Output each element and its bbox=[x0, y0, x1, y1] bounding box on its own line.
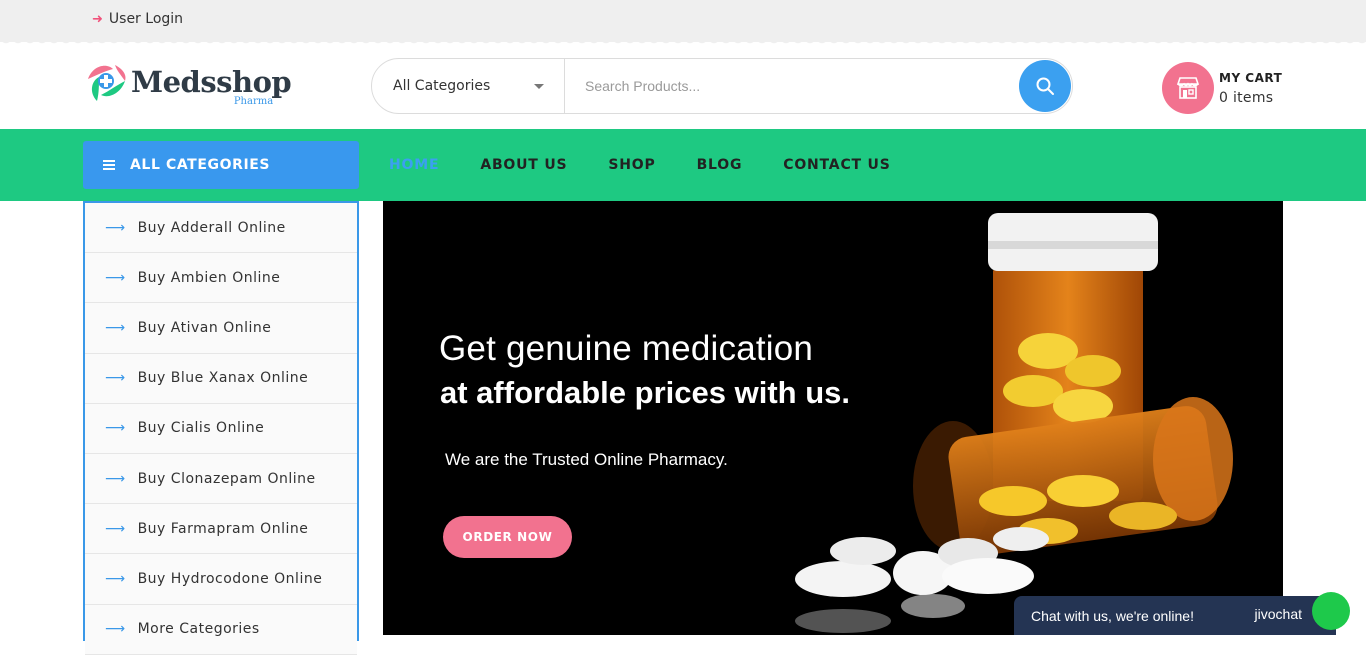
arrow-right-icon: ⟶ bbox=[105, 269, 126, 286]
arrow-right-icon: ⟶ bbox=[105, 370, 126, 387]
nav-menu: HOME ABOUT US SHOP BLOG CONTACT US bbox=[389, 129, 932, 201]
arrow-right-icon: ⟶ bbox=[105, 470, 126, 487]
nav-item-contact-us[interactable]: CONTACT US bbox=[783, 157, 890, 173]
hero-headline-1: Get genuine medication bbox=[439, 329, 814, 368]
category-item[interactable]: ⟶ Buy Farmapram Online bbox=[85, 504, 357, 555]
all-categories-button[interactable]: ALL CATEGORIES bbox=[83, 141, 359, 189]
arrow-right-icon: ⟶ bbox=[105, 520, 126, 537]
top-bar: ➜ User Login bbox=[0, 0, 1366, 42]
pill-bottles-image bbox=[795, 213, 1233, 633]
category-item-label: Buy Blue Xanax Online bbox=[137, 370, 309, 387]
cart-title: MY CART bbox=[1219, 70, 1283, 85]
category-select-value: All Categories bbox=[393, 78, 491, 94]
site-logo[interactable]: Medsshop Pharma bbox=[83, 57, 293, 107]
search-button[interactable] bbox=[1019, 60, 1071, 112]
search-input[interactable] bbox=[566, 60, 1016, 112]
arrow-right-icon: ⟶ bbox=[105, 219, 126, 236]
sign-in-icon: ➜ bbox=[92, 11, 103, 27]
category-item[interactable]: ⟶ Buy Clonazepam Online bbox=[85, 453, 357, 505]
category-item-label: Buy Farmapram Online bbox=[137, 520, 309, 537]
user-login-link[interactable]: ➜ User Login bbox=[92, 11, 183, 27]
site-header: Medsshop Pharma All Categories Search Pr… bbox=[0, 46, 1366, 129]
menu-bars-icon bbox=[103, 158, 115, 172]
chat-status-dot bbox=[1312, 592, 1350, 630]
chat-widget[interactable]: Chat with us, we're online! jivochat bbox=[1014, 592, 1350, 635]
hero-banner: Get genuine medication at affordable pri… bbox=[383, 201, 1283, 635]
category-item[interactable]: ⟶ Buy Ativan Online bbox=[85, 303, 357, 354]
chat-message: Chat with us, we're online! bbox=[1031, 607, 1194, 624]
category-item-label: Buy Ativan Online bbox=[137, 319, 272, 336]
user-login-label: User Login bbox=[108, 11, 184, 27]
arrow-right-icon: ⟶ bbox=[105, 570, 126, 587]
shop-icon bbox=[1176, 77, 1200, 99]
caret-down-icon bbox=[534, 84, 544, 89]
cart-items-count: 0 items bbox=[1219, 89, 1274, 106]
arrow-right-icon: ⟶ bbox=[105, 319, 126, 336]
category-item-label: Buy Hydrocodone Online bbox=[137, 570, 323, 587]
category-item[interactable]: ⟶ Buy Hydrocodone Online bbox=[85, 554, 357, 605]
hero-subtitle: We are the Trusted Online Pharmacy. bbox=[445, 450, 728, 469]
logo-name: Medsshop bbox=[131, 65, 292, 99]
order-now-button[interactable]: ORDER NOW bbox=[443, 516, 572, 558]
category-item[interactable]: ⟶ Buy Adderall Online bbox=[85, 203, 357, 254]
logo-sub: Pharma bbox=[233, 96, 274, 107]
nav-item-about-us[interactable]: ABOUT US bbox=[480, 157, 567, 173]
category-item[interactable]: ⟶ Buy Ambien Online bbox=[85, 253, 357, 304]
chat-brand: jivochat bbox=[1254, 606, 1302, 622]
category-item-more[interactable]: ⟶ More Categories bbox=[85, 604, 357, 655]
search-icon bbox=[1036, 77, 1054, 95]
category-item[interactable]: ⟶ Buy Blue Xanax Online bbox=[85, 353, 357, 404]
arrow-right-icon: ⟶ bbox=[105, 420, 126, 437]
category-item-label: Buy Adderall Online bbox=[137, 219, 286, 236]
cart-circle bbox=[1162, 62, 1214, 114]
category-item-label: Buy Cialis Online bbox=[137, 420, 265, 437]
category-sidebar: ⟶ Buy Adderall Online ⟶ Buy Ambien Online … bbox=[83, 201, 359, 655]
category-item-label: Buy Ambien Online bbox=[137, 269, 281, 286]
category-item-label: Buy Clonazepam Online bbox=[137, 470, 316, 487]
nav-item-blog[interactable]: BLOG bbox=[697, 157, 743, 173]
category-select[interactable]: All Categories bbox=[372, 59, 565, 113]
cart-widget[interactable]: MY CART 0 items bbox=[1162, 62, 1282, 114]
scalloped-divider bbox=[0, 38, 1366, 46]
hero-headline-2: at affordable prices with us. bbox=[440, 375, 850, 410]
nav-item-home[interactable]: HOME bbox=[389, 157, 439, 173]
nav-item-shop[interactable]: SHOP bbox=[608, 157, 655, 173]
category-item[interactable]: ⟶ Buy Cialis Online bbox=[85, 403, 357, 454]
all-categories-label: ALL CATEGORIES bbox=[130, 157, 271, 173]
logo-leaf-icon bbox=[83, 59, 129, 105]
main-nav: ALL CATEGORIES HOME ABOUT US SHOP BLOG C… bbox=[0, 129, 1366, 201]
search-bar: All Categories bbox=[371, 58, 1073, 114]
